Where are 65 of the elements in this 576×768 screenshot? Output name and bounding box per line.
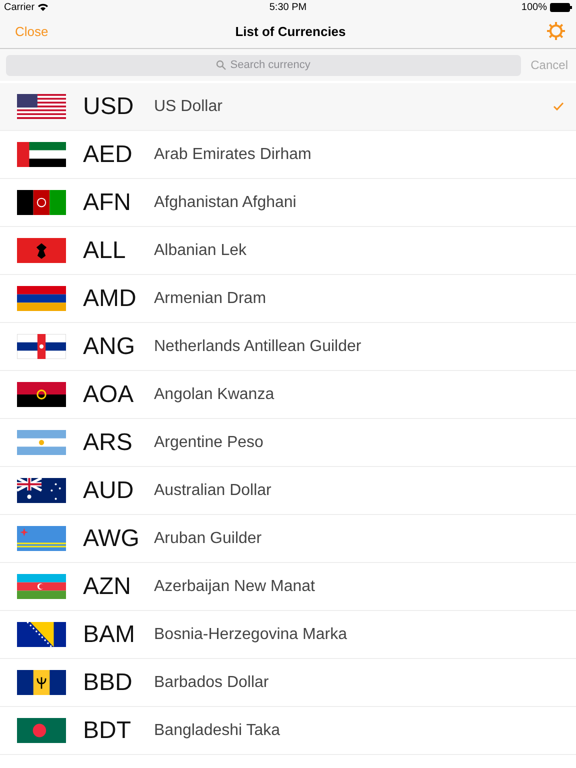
flag-icon: [17, 478, 66, 503]
currency-name: US Dollar: [154, 98, 224, 116]
settings-icon[interactable]: [546, 21, 566, 41]
currency-row[interactable]: AMD Armenian Dram: [0, 275, 576, 323]
currency-row[interactable]: AZN Azerbaijan New Manat: [0, 563, 576, 611]
currency-name: Arab Emirates Dirham: [154, 146, 312, 164]
flag-icon: [17, 238, 66, 263]
currency-code: USD: [83, 92, 135, 120]
currency-name: Aruban Guilder: [154, 530, 263, 548]
currency-name: Afghanistan Afghani: [154, 194, 298, 212]
flag-icon: [17, 94, 66, 119]
battery-label: 100%: [521, 2, 547, 12]
currency-name: Netherlands Antillean Guilder: [154, 338, 362, 356]
currency-name: Bangladeshi Taka: [154, 722, 282, 740]
flag-icon: [17, 622, 66, 647]
currency-code: ANG: [83, 332, 136, 360]
currency-row[interactable]: BAM Bosnia-Herzegovina Marka: [0, 611, 576, 659]
search-icon: [216, 60, 226, 70]
flag-icon: [17, 670, 66, 695]
currency-row[interactable]: ALL Albanian Lek: [0, 227, 576, 275]
currency-code: ARS: [83, 428, 134, 456]
currency-code: BDT: [83, 716, 132, 744]
flag-icon: [17, 382, 66, 407]
currency-name: Barbados Dollar: [154, 674, 270, 692]
currency-name: Angolan Kwanza: [154, 386, 276, 404]
carrier-label: Carrier: [4, 2, 35, 12]
currency-row[interactable]: AUD Australian Dollar: [0, 467, 576, 515]
currency-row[interactable]: BDT Bangladeshi Taka: [0, 707, 576, 755]
currency-row[interactable]: BBD Barbados Dollar: [0, 659, 576, 707]
currency-code: AED: [83, 140, 134, 168]
currency-name: Armenian Dram: [154, 290, 268, 308]
currency-code: BAM: [83, 620, 136, 648]
currency-code: AUD: [83, 476, 135, 504]
flag-icon: [17, 574, 66, 599]
status-time: 5:30 PM: [269, 2, 307, 12]
nav-title: List of Currencies: [235, 24, 346, 38]
currency-code: BBD: [83, 668, 134, 696]
currency-code: AWG: [83, 524, 140, 552]
currency-code: ALL: [83, 236, 127, 264]
flag-icon: [17, 526, 66, 551]
currency-name: Azerbaijan New Manat: [154, 578, 316, 596]
flag-icon: [17, 286, 66, 311]
flag-icon: [17, 718, 66, 743]
currency-row[interactable]: AED Arab Emirates Dirham: [0, 131, 576, 179]
currency-code: AMD: [83, 284, 138, 312]
currency-row[interactable]: AFN Afghanistan Afghani: [0, 179, 576, 227]
flag-icon: [17, 430, 66, 455]
currency-row[interactable]: ANG Netherlands Antillean Guilder: [0, 323, 576, 371]
currency-row[interactable]: ARS Argentine Peso: [0, 419, 576, 467]
battery-icon: [550, 2, 572, 12]
currency-name: Australian Dollar: [154, 482, 272, 500]
currency-row[interactable]: AOA Angolan Kwanza: [0, 371, 576, 419]
currency-code: AFN: [83, 188, 132, 216]
currency-name: Bosnia-Herzegovina Marka: [154, 626, 348, 644]
checkmark-icon: [553, 102, 564, 111]
currency-code: AZN: [83, 572, 132, 600]
currency-name: Albanian Lek: [154, 242, 248, 260]
flag-icon: [17, 142, 66, 167]
currency-name: Argentine Peso: [154, 434, 264, 452]
flag-icon: [17, 190, 66, 215]
currency-row[interactable]: AWG Aruban Guilder: [0, 515, 576, 563]
currency-row[interactable]: USD US Dollar: [0, 83, 576, 131]
flag-icon: [17, 334, 66, 359]
wifi-icon: [38, 3, 48, 11]
currency-code: AOA: [83, 380, 135, 408]
